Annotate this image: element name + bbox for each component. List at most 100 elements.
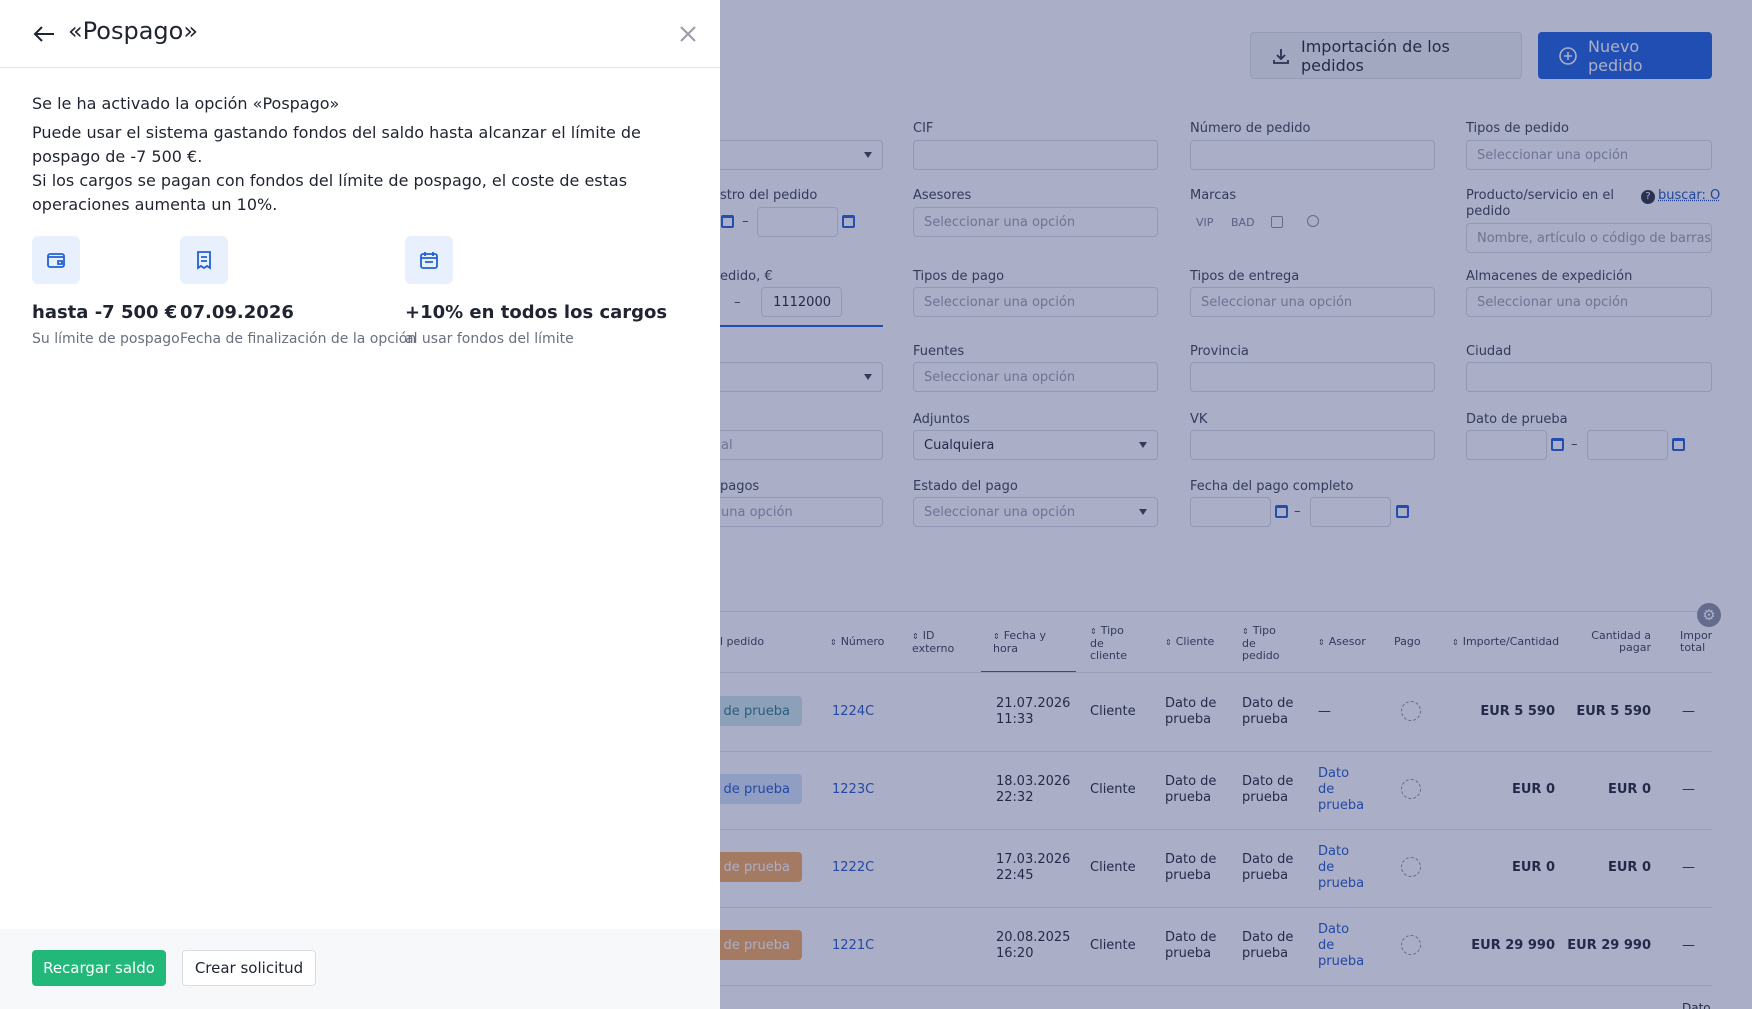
calendar-icon[interactable] xyxy=(1672,438,1685,451)
drawer-title: «Pospago» xyxy=(68,17,199,45)
order-date: 21.07.2026 xyxy=(996,696,1071,711)
col-advisor-label: Asesor xyxy=(1328,635,1366,648)
calendar-mark-icon[interactable] xyxy=(1271,216,1283,228)
full-payment-date-label: Fecha del pago completo xyxy=(1190,479,1354,494)
col-client-label: Cliente xyxy=(1175,635,1215,648)
order-types-label: Tipos de pedido xyxy=(1466,121,1569,136)
delivery-types-select[interactable]: Seleccionar una opción xyxy=(1190,287,1435,317)
payments-select[interactable]: una opción xyxy=(700,497,883,527)
col-to-pay[interactable]: Cantidad a pagar xyxy=(1586,630,1651,654)
calendar-icon[interactable] xyxy=(1551,438,1564,451)
warehouses-label: Almacenes de expedición xyxy=(1466,269,1633,284)
sort-icon: ⇕ xyxy=(1165,638,1172,647)
full-payment-date-to[interactable] xyxy=(1310,497,1391,527)
partial-input[interactable]: al xyxy=(700,430,883,460)
chevron-down-icon xyxy=(864,152,872,158)
order-number-link[interactable]: 1223C xyxy=(832,782,874,798)
sources-select[interactable]: Seleccionar una opción xyxy=(913,362,1158,392)
sort-icon: ⇕ xyxy=(1452,638,1459,647)
partial-select-2[interactable] xyxy=(700,362,883,392)
import-orders-button[interactable]: Importación de los pedidos xyxy=(1250,32,1522,79)
col-client[interactable]: ⇕ Cliente xyxy=(1165,636,1214,649)
payment-types-select[interactable]: Seleccionar una opción xyxy=(913,287,1158,317)
full-payment-date-from[interactable] xyxy=(1190,497,1271,527)
feature-fee-value: +10% en todos los cargos xyxy=(405,302,668,323)
col-payment-label: Pago xyxy=(1394,635,1421,648)
search-help-link[interactable]: ? buscar: O xyxy=(1641,188,1720,204)
attachments-label: Adjuntos xyxy=(913,412,970,427)
calendar-icon[interactable] xyxy=(842,215,855,228)
order-date: 18.03.2026 xyxy=(996,774,1071,789)
delivery-types-label: Tipos de entrega xyxy=(1190,269,1300,284)
payment-types-label: Tipos de pago xyxy=(913,269,1005,284)
new-order-button[interactable]: Nuevo pedido xyxy=(1538,32,1712,79)
table-header-border xyxy=(700,672,1712,673)
alarm-mark-icon[interactable] xyxy=(1307,215,1319,227)
client-cell: Dato de prueba xyxy=(1165,930,1217,961)
col-external-id[interactable]: ⇕ ID externo xyxy=(912,630,972,655)
col-datetime[interactable]: ⇕ Fecha y hora xyxy=(993,630,1053,655)
partial-last-cell: Dato xyxy=(1682,1001,1711,1009)
info-text-line: Puede usar el sistema gastando fondos de… xyxy=(32,123,641,166)
back-arrow-icon[interactable] xyxy=(30,20,58,48)
warehouses-select[interactable]: Seleccionar una opción xyxy=(1466,287,1712,317)
brand-bad[interactable]: BAD xyxy=(1231,216,1255,229)
col-number-label: Número xyxy=(840,635,885,648)
create-request-button[interactable]: Crear solicitud xyxy=(182,950,316,986)
vk-input[interactable] xyxy=(1190,430,1435,460)
col-amount-qty[interactable]: ⇕ Importe/Cantidad xyxy=(1452,636,1559,649)
row-divider xyxy=(700,829,1712,830)
download-icon xyxy=(1273,48,1289,64)
partial-select-1[interactable] xyxy=(700,140,883,170)
order-type-cell: Dato de prueba xyxy=(1242,774,1294,805)
col-total[interactable]: Impor total xyxy=(1680,630,1712,654)
order-amount-to[interactable]: 1112000 xyxy=(761,287,842,317)
test-date-to[interactable] xyxy=(1587,430,1668,460)
city-input[interactable] xyxy=(1466,362,1712,392)
calendar-icon[interactable] xyxy=(1275,505,1288,518)
col-advisor[interactable]: ⇕ Asesor xyxy=(1318,636,1366,649)
order-number-link[interactable]: 1224C xyxy=(832,704,874,720)
order-number-input[interactable] xyxy=(1190,140,1435,170)
calendar-icon xyxy=(405,236,453,284)
order-number-link[interactable]: 1221C xyxy=(832,938,874,954)
calendar-icon[interactable] xyxy=(721,215,734,228)
advisors-select[interactable]: Seleccionar una opción xyxy=(913,207,1158,237)
sort-icon: ⇕ xyxy=(830,638,837,647)
brand-vip[interactable]: VIP xyxy=(1196,216,1213,229)
client-type-cell: Cliente xyxy=(1090,938,1136,953)
payment-status-select[interactable]: Seleccionar una opción xyxy=(913,497,1158,527)
order-time: 22:32 xyxy=(996,790,1034,805)
advisor-cell[interactable]: Dato de prueba xyxy=(1318,766,1368,814)
col-amount-qty-label: Importe/Cantidad xyxy=(1462,635,1560,648)
to-pay-cell: EUR 0 xyxy=(1607,782,1651,797)
payments-label: pagos xyxy=(720,479,760,494)
chevron-down-icon xyxy=(1139,442,1147,448)
col-payment[interactable]: Pago xyxy=(1394,636,1421,648)
sources-label: Fuentes xyxy=(913,344,965,359)
advisor-cell[interactable]: Dato de prueba xyxy=(1318,844,1368,892)
client-type-cell: Cliente xyxy=(1090,860,1136,875)
registry-date-to[interactable] xyxy=(757,207,838,237)
col-order[interactable]: l pedido xyxy=(720,636,764,648)
close-icon[interactable] xyxy=(674,20,702,48)
order-amount-label: edido, € xyxy=(720,269,773,284)
col-order-type[interactable]: ⇕ Tipo de pedido xyxy=(1242,625,1292,662)
range-dash: – xyxy=(1571,437,1578,452)
order-number-link[interactable]: 1222C xyxy=(832,860,874,876)
col-number[interactable]: ⇕ Número xyxy=(830,636,884,649)
advisor-cell[interactable]: Dato de prueba xyxy=(1318,922,1368,970)
cif-input[interactable] xyxy=(913,140,1158,170)
recharge-balance-button[interactable]: Recargar saldo xyxy=(32,950,166,986)
info-text-line: Si los cargos se pagan con fondos del lí… xyxy=(32,171,628,214)
gear-icon[interactable]: ⚙ xyxy=(1697,603,1721,627)
product-input[interactable]: Nombre, artículo o código de barras xyxy=(1466,223,1712,253)
test-date-from[interactable] xyxy=(1466,430,1547,460)
sort-icon: ⇕ xyxy=(1318,638,1325,647)
province-input[interactable] xyxy=(1190,362,1435,392)
order-types-select[interactable]: Seleccionar una opción xyxy=(1466,140,1712,170)
attachments-select[interactable]: Cualquiera xyxy=(913,430,1158,460)
col-client-type[interactable]: ⇕ Tipo de cliente xyxy=(1090,625,1140,662)
calendar-icon[interactable] xyxy=(1396,505,1409,518)
total-cell: — xyxy=(1682,704,1695,719)
